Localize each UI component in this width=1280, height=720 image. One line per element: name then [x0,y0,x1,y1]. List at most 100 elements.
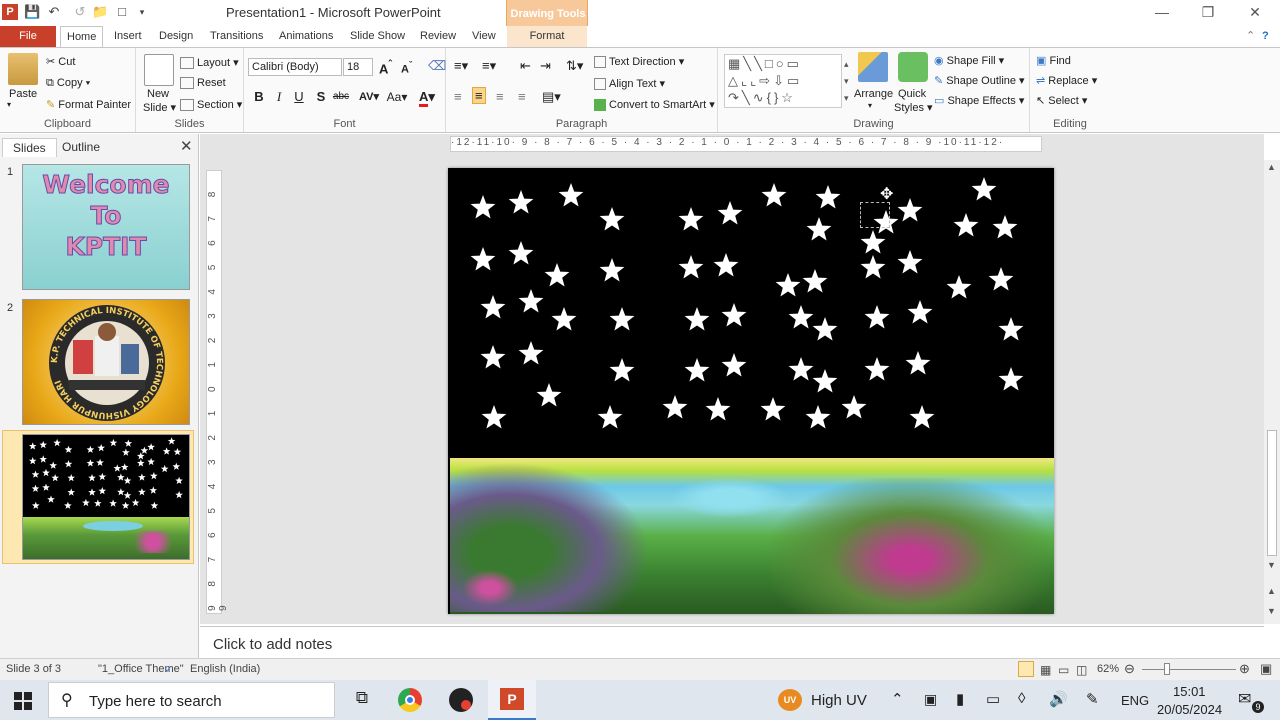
normal-view-icon[interactable] [1018,661,1034,677]
shapes-gallery[interactable]: ▦╲╲□○▭ △⌞⌞⇨⇩▭ ↷╲∿{}☆ [724,54,842,108]
language-indicator[interactable]: English (India) [190,663,260,675]
shape-effects-button[interactable]: ▭ Shape Effects ▾ [934,94,1024,107]
chrome-icon[interactable] [398,688,422,712]
star-shape[interactable] [841,395,867,419]
slide-thumbnail-3[interactable] [22,434,190,560]
star-shape[interactable] [481,405,507,429]
selected-shape-box[interactable] [860,202,890,228]
pen-icon[interactable]: ✎ [1086,690,1099,708]
find-button[interactable]: ▣ Find [1036,54,1071,67]
star-shape[interactable] [480,295,506,319]
minimize-button[interactable]: — [1147,4,1177,22]
scroll-thumb[interactable] [1267,430,1277,556]
format-painter-button[interactable]: ✎ Format Painter [46,98,131,111]
notes-placeholder[interactable]: Click to add notes [213,636,332,653]
arrange-dropdown-icon[interactable]: ▾ [868,101,872,110]
align-text-button[interactable]: Align Text ▾ [594,77,665,91]
microphone-icon[interactable]: ▮ [956,690,964,708]
star-shape[interactable] [761,183,787,207]
star-shape[interactable] [897,198,923,222]
italic-icon[interactable]: I [270,88,288,106]
redo-icon[interactable]: ↺ [72,4,88,20]
select-button[interactable]: ↖ Select ▾ [1036,94,1087,107]
align-right-icon[interactable]: ≡ [496,89,504,104]
star-shape[interactable] [806,217,832,241]
tab-format[interactable]: Format [507,26,587,47]
powerpoint-app-icon[interactable]: P [2,4,18,20]
clock-date[interactable]: 20/05/2024 [1157,702,1222,717]
current-slide[interactable]: ✥ [448,168,1054,614]
input-language[interactable]: ENG [1121,693,1149,708]
star-shape[interactable] [717,201,743,225]
shape-outline-button[interactable]: ✎ Shape Outline ▾ [934,74,1025,87]
star-shape[interactable] [775,273,801,297]
close-button[interactable]: ✕ [1240,4,1270,22]
close-panel-icon[interactable]: ✕ [180,137,193,155]
new-file-icon[interactable]: □ [114,4,130,20]
star-shape[interactable] [992,215,1018,239]
open-folder-icon[interactable]: 📁 [92,4,108,20]
star-shape[interactable] [536,383,562,407]
zoom-slider-thumb[interactable] [1164,663,1170,675]
star-shape[interactable] [609,358,635,382]
smartart-button[interactable]: Convert to SmartArt ▾ [594,98,715,112]
tab-insert[interactable]: Insert [108,26,148,47]
star-shape[interactable] [812,369,838,393]
star-shape[interactable] [907,300,933,324]
tray-overflow-icon[interactable]: ⌃ [891,690,904,708]
vertical-scrollbar[interactable]: ▲ ▼ ▲ ▼ [1264,160,1280,624]
slide-show-icon[interactable]: ◫ [1076,663,1087,677]
star-shape[interactable] [678,207,704,231]
star-shape[interactable] [508,190,534,214]
tab-animations[interactable]: Animations [273,26,339,47]
star-shape[interactable] [721,303,747,327]
star-shape[interactable] [812,317,838,341]
arrange-icon[interactable] [858,52,888,82]
star-shape[interactable] [760,397,786,421]
star-shape[interactable] [599,258,625,282]
next-slide-icon[interactable]: ▼ [1267,606,1276,616]
star-shape[interactable] [518,289,544,313]
star-shape[interactable] [544,263,570,287]
clear-formatting-icon[interactable]: ⌫ [428,58,446,74]
star-shape[interactable] [480,345,506,369]
star-shape[interactable] [551,307,577,331]
bullets-icon[interactable]: ≡▾ [454,58,468,74]
reading-view-icon[interactable]: ▭ [1058,663,1069,677]
paste-icon[interactable] [8,53,38,85]
windows-start-icon[interactable] [14,692,32,710]
quick-styles-label-1[interactable]: Quick [898,88,926,100]
star-shape[interactable] [860,255,886,279]
garden-image[interactable] [450,458,1054,614]
layout-button[interactable]: Layout ▾ [180,56,239,70]
zoom-in-icon[interactable]: ⊕ [1239,661,1250,677]
weather-text[interactable]: High UV [811,692,867,709]
star-shape[interactable] [705,397,731,421]
save-icon[interactable]: 💾 [24,4,40,20]
text-direction-button[interactable]: Text Direction ▾ [594,55,684,69]
spellcheck-icon[interactable]: ✓ [164,663,173,676]
star-shape[interactable] [684,358,710,382]
tab-outline[interactable]: Outline [52,138,110,156]
obs-icon[interactable] [449,688,473,712]
slide-thumbnail-2[interactable]: K.P. TECHNICAL INSTITUTE OF TECHNOLOGY V… [22,299,190,425]
star-shape[interactable] [599,207,625,231]
star-shape[interactable] [713,253,739,277]
star-shape[interactable] [678,255,704,279]
copy-button[interactable]: ⧉ Copy ▾ [46,77,90,90]
star-shape[interactable] [470,195,496,219]
fit-to-window-icon[interactable]: ▣ [1260,661,1272,677]
star-shape[interactable] [953,213,979,237]
star-shape[interactable] [597,405,623,429]
new-slide-label-1[interactable]: New [147,88,169,100]
star-shape[interactable] [909,405,935,429]
paste-dropdown-icon[interactable]: ▾ [7,100,11,109]
decrease-indent-icon[interactable]: ⇤ [520,58,531,74]
clock-time[interactable]: 15:01 [1173,684,1206,699]
star-shape[interactable] [905,351,931,375]
star-shape[interactable] [609,307,635,331]
star-shape[interactable] [860,230,886,254]
line-spacing-icon[interactable]: ⇅▾ [566,58,583,74]
slide-sorter-icon[interactable]: ▦ [1040,663,1051,677]
battery-icon[interactable]: ▭ [986,690,1000,708]
